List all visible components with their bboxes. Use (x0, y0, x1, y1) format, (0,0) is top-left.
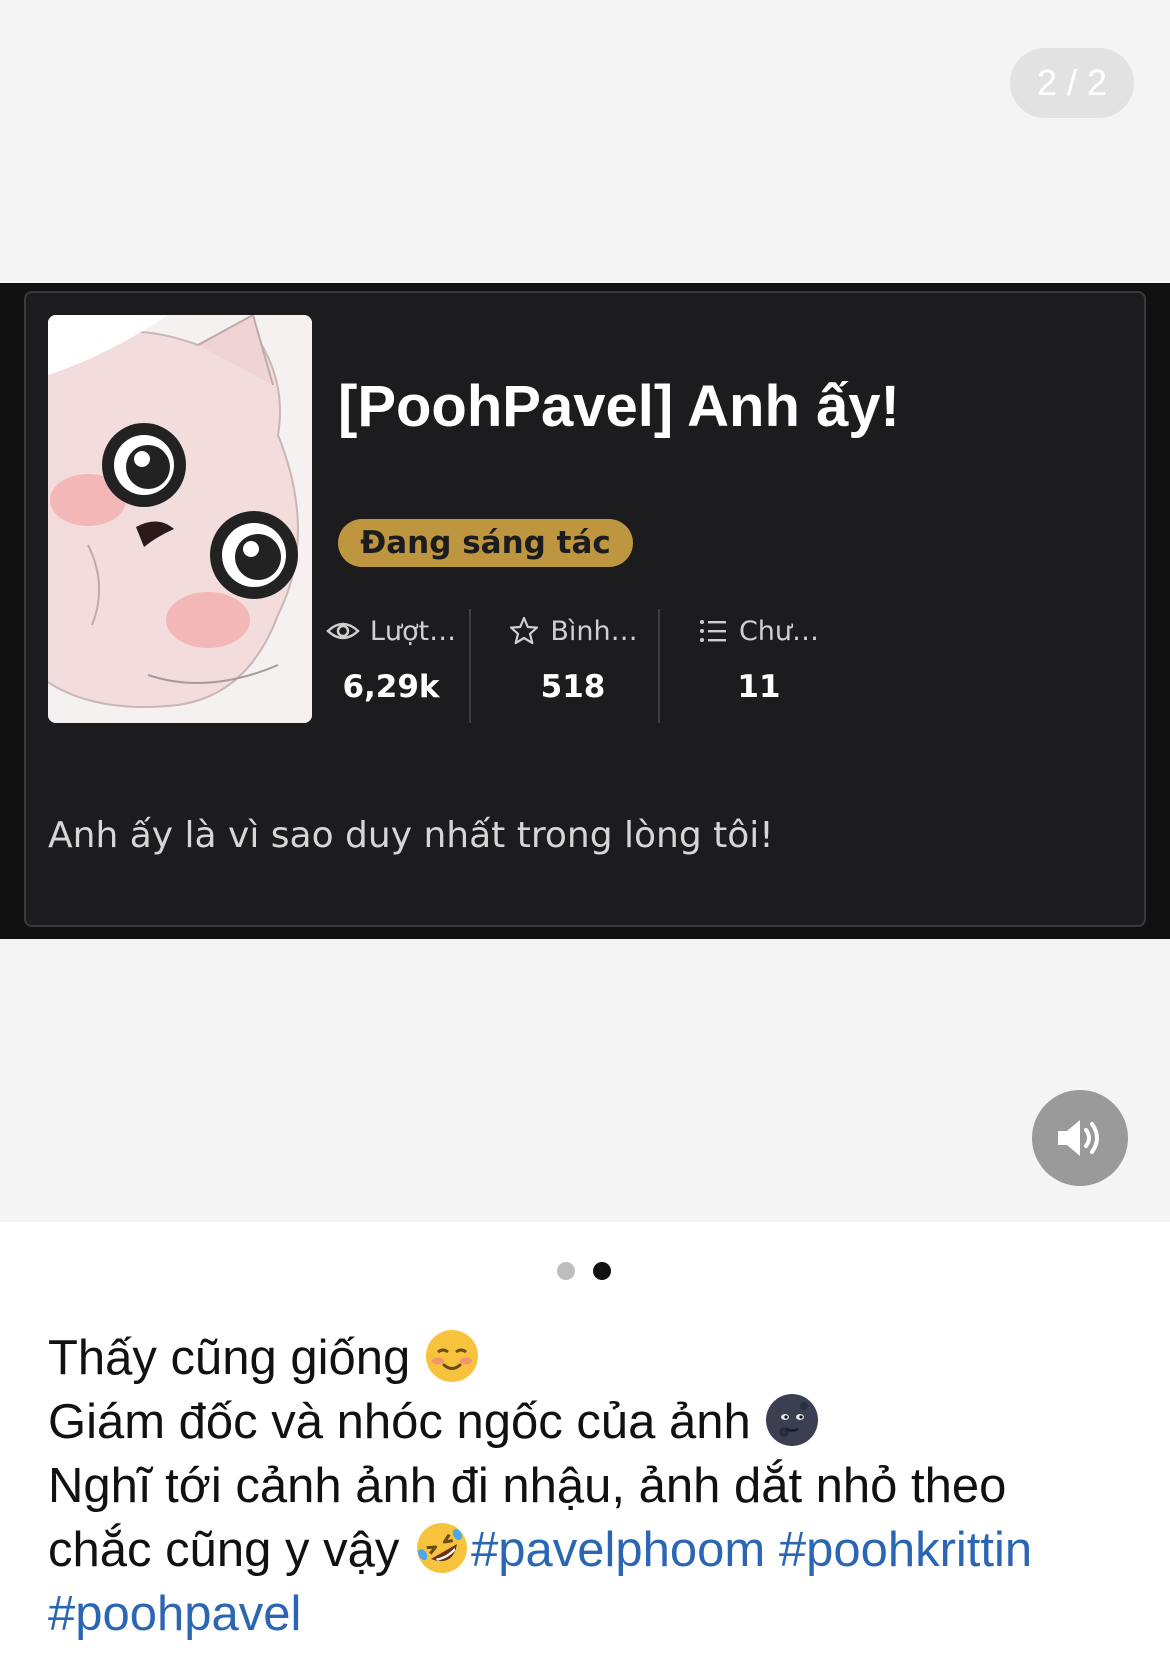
story-card-band: [PoohPavel] Anh ấy! Đang sáng tác Lượt… … (0, 283, 1170, 939)
status-badge: Đang sáng tác (338, 519, 633, 567)
story-description: Anh ấy là vì sao duy nhất trong lòng tôi… (48, 815, 774, 856)
rolling-laughing-emoji (416, 1523, 467, 1573)
post-media-carousel[interactable]: 2 / 2 [PoohPavel] Anh ấy! Đang sáng tác … (0, 0, 1170, 1222)
story-card[interactable]: [PoohPavel] Anh ấy! Đang sáng tác Lượt… … (24, 291, 1146, 927)
stat-divider (658, 609, 660, 723)
stat-comments-value: 518 (540, 669, 606, 705)
stat-chapters-label: Chư… (738, 615, 820, 647)
speaker-icon (1058, 1120, 1099, 1156)
slide-counter: 2 / 2 (1010, 48, 1134, 118)
stat-views: Lượt… 6,29k (316, 611, 466, 723)
hashtag-link[interactable]: #pavelphoom (471, 1523, 765, 1577)
star-icon (510, 616, 539, 645)
stat-chapters-value: 11 (737, 669, 781, 705)
stat-comments: Bình… 518 (488, 611, 658, 723)
caption-line-1: Thấy cũng giống (48, 1331, 411, 1385)
stat-divider (469, 609, 471, 723)
hashtag-link[interactable]: #poohkrittin (779, 1523, 1032, 1577)
eye-icon (326, 622, 360, 640)
stat-views-label: Lượt… (369, 615, 457, 647)
story-cover-image (48, 315, 312, 723)
caption-line-3: Nghĩ tới cảnh ảnh đi nhậu, ảnh dắt nhỏ t… (48, 1459, 1007, 1513)
smiling-face-emoji (425, 1330, 478, 1382)
stat-comments-label: Bình… (550, 615, 638, 647)
new-moon-face-emoji (766, 1394, 819, 1446)
stat-chapters: Chư… 11 (674, 611, 844, 723)
story-title[interactable]: [PoohPavel] Anh ấy! (338, 373, 900, 440)
caption-line-4: chắc cũng y vậy (48, 1523, 400, 1577)
post-caption: Thấy cũng giống Giám đốc và nhóc ngốc củ… (48, 1326, 1138, 1646)
cat-illustration (48, 315, 312, 723)
list-icon (699, 620, 726, 642)
stat-views-value: 6,29k (342, 669, 440, 705)
sound-toggle-button[interactable] (1032, 1090, 1128, 1186)
caption-line-2: Giám đốc và nhóc ngốc của ảnh (48, 1395, 751, 1449)
hashtag-link[interactable]: #poohpavel (48, 1587, 301, 1641)
carousel-dot[interactable] (557, 1262, 575, 1280)
carousel-dots (557, 1262, 611, 1280)
carousel-dot-active[interactable] (593, 1262, 611, 1280)
